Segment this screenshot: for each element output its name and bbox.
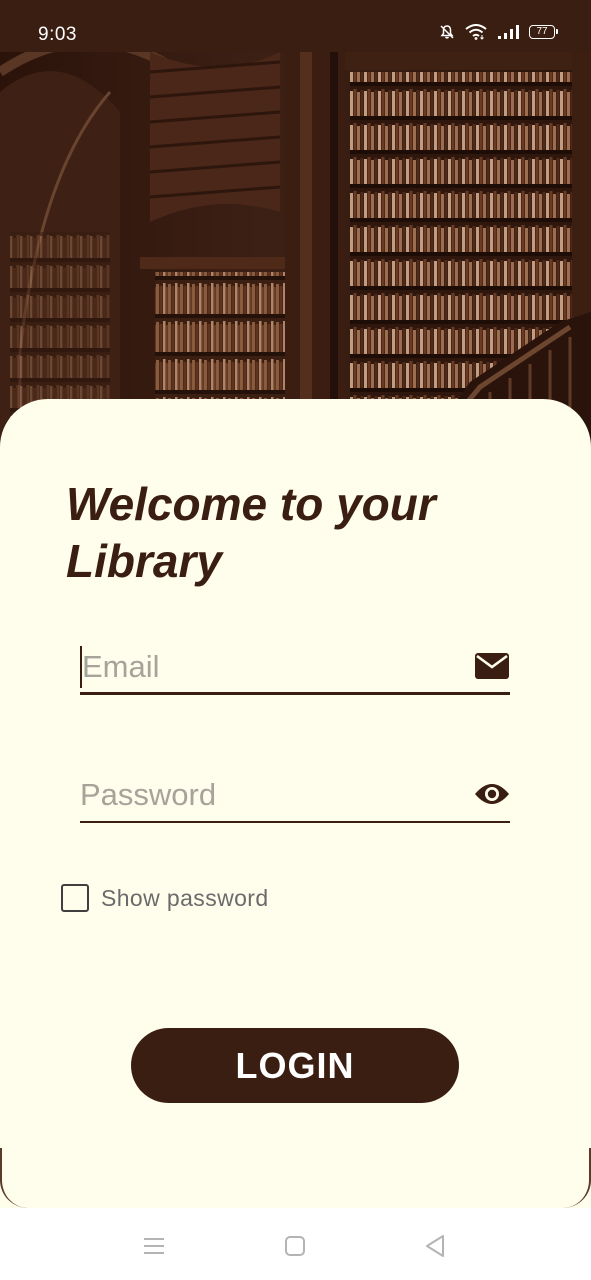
back-icon[interactable] xyxy=(421,1232,449,1260)
status-icons: 77 xyxy=(439,24,558,40)
password-field[interactable] xyxy=(80,771,510,823)
home-icon[interactable] xyxy=(281,1232,309,1260)
signal-icon xyxy=(497,24,519,40)
navigation-bar xyxy=(0,1208,591,1280)
menu-icon[interactable] xyxy=(140,1232,168,1260)
email-icon[interactable] xyxy=(474,651,510,681)
show-password-label: Show password xyxy=(101,884,269,911)
login-button[interactable]: LOGIN xyxy=(131,1028,459,1103)
password-input[interactable] xyxy=(80,771,460,819)
eye-icon[interactable] xyxy=(474,779,510,809)
page-title: Welcome to your Library xyxy=(66,478,436,587)
wifi-icon xyxy=(465,24,487,40)
email-input[interactable] xyxy=(82,643,462,691)
status-bar: 9:03 77 xyxy=(0,0,591,52)
mute-bell-icon xyxy=(439,24,455,40)
show-password-checkbox[interactable] xyxy=(61,884,89,912)
email-field[interactable] xyxy=(80,643,510,695)
show-password-toggle[interactable]: Show password xyxy=(61,884,269,912)
email-underline xyxy=(80,692,510,695)
battery-icon: 77 xyxy=(529,25,558,39)
library-bookshelves-illustration xyxy=(0,52,591,452)
status-time: 9:03 xyxy=(38,24,77,45)
password-underline xyxy=(80,821,510,823)
library-hero-image xyxy=(0,52,591,452)
